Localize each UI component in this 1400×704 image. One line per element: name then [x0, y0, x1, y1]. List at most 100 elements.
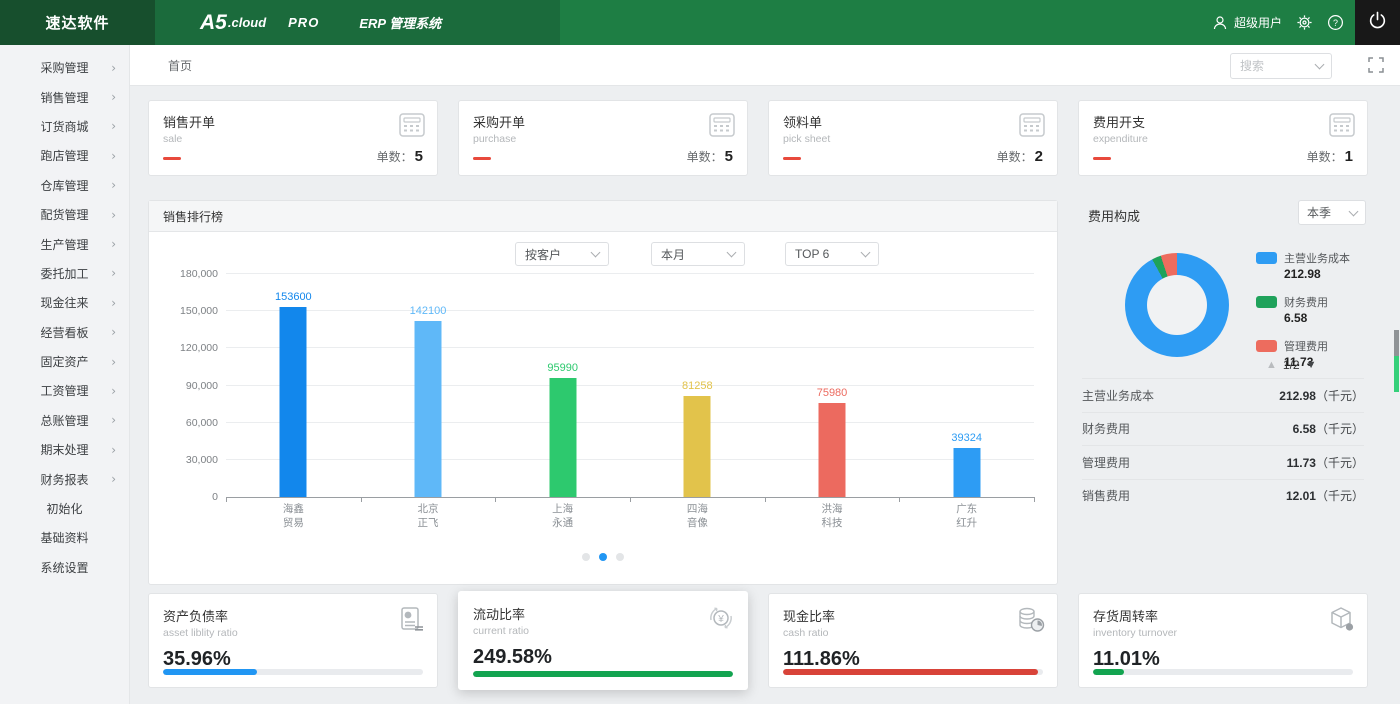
- chevron-down-icon: [1349, 206, 1359, 216]
- legend-swatch: [1256, 296, 1277, 308]
- sidebar-item-0[interactable]: 采购管理›: [0, 53, 129, 82]
- brand-logo: 速达软件: [0, 0, 155, 45]
- x-category-label: 四海音像: [630, 503, 765, 530]
- sidebar-item-14[interactable]: 财务报表›: [0, 464, 129, 493]
- x-category-label: 广东红升: [899, 503, 1034, 530]
- logo-a5: A5: [200, 11, 227, 35]
- sidebar-item-12[interactable]: 总账管理›: [0, 406, 129, 435]
- stat-cards-row: 销售开单 sale 单数：5 采购开单 purchase 单数：5 领料单 pi: [148, 100, 1368, 176]
- bar-column: 95990: [523, 274, 603, 497]
- bar-value-label: 75980: [792, 387, 872, 399]
- period-filter-select[interactable]: 本月: [651, 242, 745, 266]
- chevron-right-icon: ›: [111, 61, 116, 75]
- help-icon[interactable]: ?: [1327, 14, 1344, 31]
- logo-cloud: .cloud: [228, 15, 266, 30]
- bar-column: 75980: [792, 274, 872, 497]
- chart-pagination-dots: [149, 553, 1057, 561]
- fullscreen-icon[interactable]: [1368, 57, 1384, 78]
- bar-value-label: 81258: [657, 380, 737, 392]
- progress-fill: [163, 669, 257, 675]
- svg-text:¥: ¥: [717, 614, 724, 625]
- ratio-card-cash-ratio[interactable]: 现金比率 cash ratio 111.86%: [768, 593, 1058, 688]
- panel-title: 销售排行榜: [149, 201, 1057, 232]
- sidebar-item-11[interactable]: 工资管理›: [0, 376, 129, 405]
- stat-card-pick-sheet[interactable]: 领料单 pick sheet 单数：2: [768, 100, 1058, 176]
- red-dash: [783, 157, 801, 160]
- sidebar-item-9[interactable]: 经营看板›: [0, 318, 129, 347]
- bar: [549, 378, 576, 497]
- ratio-card-asset-liability[interactable]: 资产负债率 asset liblity ratio 35.96%: [148, 593, 438, 688]
- logout-power-button[interactable]: [1355, 0, 1400, 45]
- expense-row: 主营业务成本 212.98（千元）: [1082, 378, 1364, 412]
- red-dash: [1093, 157, 1111, 160]
- x-category-label: 海鑫贸易: [226, 503, 361, 530]
- x-category-label: 北京正飞: [361, 503, 496, 530]
- sidebar-item-6[interactable]: 生产管理›: [0, 229, 129, 258]
- ratio-card-inventory-turnover[interactable]: 存货周转率 inventory turnover 11.01%: [1078, 593, 1368, 688]
- expense-donut-chart: [1125, 253, 1229, 357]
- expense-row: 销售费用 12.01（千元）: [1082, 479, 1364, 513]
- stat-card-sales[interactable]: 销售开单 sale 单数：5: [148, 100, 438, 176]
- stat-card-purchase[interactable]: 采购开单 purchase 单数：5: [458, 100, 748, 176]
- progress-fill: [783, 669, 1038, 675]
- tab-home[interactable]: 首页: [168, 45, 192, 86]
- chevron-right-icon: ›: [111, 178, 116, 192]
- settings-gear-icon[interactable]: [1296, 14, 1313, 31]
- sidebar-item-15[interactable]: 初始化: [0, 494, 129, 523]
- chevron-right-icon: ›: [111, 384, 116, 398]
- brand-name: 速达软件: [45, 12, 109, 33]
- sidebar-item-16[interactable]: 基础资料: [0, 523, 129, 552]
- y-axis-tick-label: 180,000: [168, 268, 218, 280]
- pagination-dot[interactable]: [599, 553, 607, 561]
- legend-pager: ▲ 1/2 ▼: [1266, 358, 1316, 372]
- stat-card-expenditure[interactable]: 费用开支 expenditure 单数：1: [1078, 100, 1368, 176]
- pager-down-icon[interactable]: ▼: [1306, 359, 1317, 371]
- bar: [953, 448, 980, 497]
- scrollbar[interactable]: [1394, 330, 1399, 392]
- y-axis-tick-label: 120,000: [168, 342, 218, 354]
- gridline: [226, 347, 1034, 348]
- legend-swatch: [1256, 340, 1277, 352]
- chevron-right-icon: ›: [111, 325, 116, 339]
- calculator-icon: [1329, 113, 1355, 142]
- sidebar-item-4[interactable]: 仓库管理›: [0, 171, 129, 200]
- sidebar-item-10[interactable]: 固定资产›: [0, 347, 129, 376]
- sidebar-item-5[interactable]: 配货管理›: [0, 200, 129, 229]
- bar: [684, 396, 711, 497]
- sidebar-item-13[interactable]: 期末处理›: [0, 435, 129, 464]
- sidebar-item-3[interactable]: 跑店管理›: [0, 141, 129, 170]
- red-dash: [163, 157, 181, 160]
- bar-value-label: 39324: [927, 432, 1007, 444]
- pagination-dot[interactable]: [616, 553, 624, 561]
- progress-fill: [473, 671, 733, 677]
- group-by-filter-select[interactable]: 按客户: [515, 242, 609, 266]
- chevron-down-icon: [1315, 60, 1325, 70]
- search-combobox[interactable]: [1230, 53, 1332, 79]
- expense-period-select[interactable]: 本季: [1298, 200, 1366, 225]
- chevron-right-icon: ›: [111, 237, 116, 251]
- calculator-icon: [1019, 113, 1045, 142]
- pagination-dot[interactable]: [582, 553, 590, 561]
- bar-column: 39324: [927, 274, 1007, 497]
- gridline: [226, 310, 1034, 311]
- sidebar-item-1[interactable]: 销售管理›: [0, 82, 129, 111]
- sidebar-item-17[interactable]: 系统设置: [0, 553, 129, 582]
- ratio-card-current-ratio[interactable]: 流动比率 current ratio 249.58% ¥: [458, 591, 748, 690]
- main-content: 销售开单 sale 单数：5 采购开单 purchase 单数：5 领料单 pi: [130, 86, 1400, 704]
- gridline: [226, 459, 1034, 460]
- gridline: [226, 385, 1034, 386]
- topn-filter-select[interactable]: TOP 6: [785, 242, 879, 266]
- progress-track: [1093, 669, 1353, 675]
- calculator-icon: [399, 113, 425, 142]
- search-input[interactable]: [1240, 59, 1310, 73]
- y-axis-tick-label: 30,000: [168, 454, 218, 466]
- pager-up-icon[interactable]: ▲: [1266, 359, 1277, 371]
- user-menu[interactable]: 超级用户: [1212, 14, 1282, 31]
- sidebar-item-8[interactable]: 现金往来›: [0, 288, 129, 317]
- sidebar-item-7[interactable]: 委托加工›: [0, 259, 129, 288]
- bar: [280, 307, 307, 497]
- sidebar-item-2[interactable]: 订货商城›: [0, 112, 129, 141]
- ratio-cards-row: 资产负债率 asset liblity ratio 35.96% 流动比率 cu…: [148, 593, 1368, 692]
- bar-column: 142100: [388, 274, 468, 497]
- sidebar: 采购管理›销售管理›订货商城›跑店管理›仓库管理›配货管理›生产管理›委托加工›…: [0, 45, 130, 704]
